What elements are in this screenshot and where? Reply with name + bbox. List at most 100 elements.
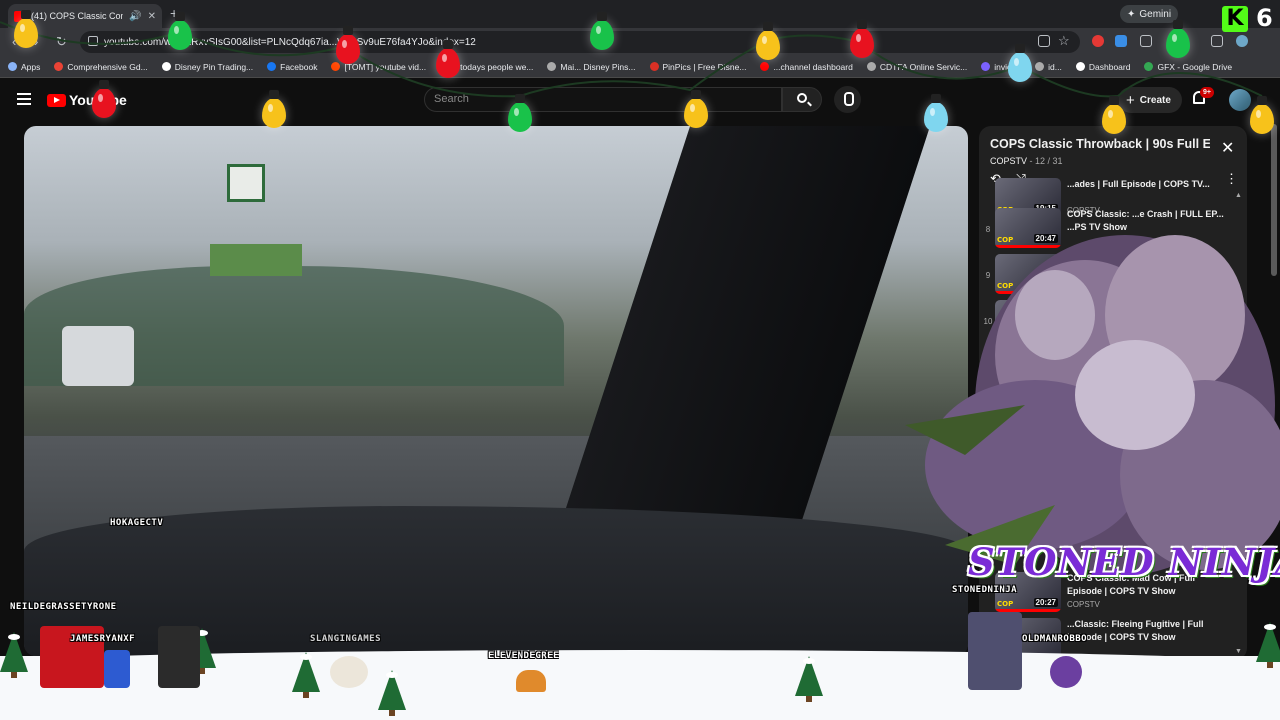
christmas-bulb-icon xyxy=(336,26,360,64)
scroll-up-icon[interactable]: ▲ xyxy=(1235,192,1242,199)
profile-icon[interactable] xyxy=(1236,35,1248,47)
bookmark-item[interactable]: GFX - Google Drive xyxy=(1144,62,1232,72)
bookmark-label: If todays people we... xyxy=(453,61,534,72)
playlist-item-title[interactable]: ...Classic: Fleeing Fugitive | Full Epis… xyxy=(1067,618,1227,644)
playlist-title[interactable]: COPS Classic Throwback | 90s Full E... xyxy=(990,137,1210,151)
christmas-bulb-icon xyxy=(850,20,874,58)
bookmark-star-icon[interactable]: ☆ xyxy=(1058,33,1070,49)
channel-logo: K xyxy=(1222,6,1248,32)
youtube-header: YouTube Search + Create 9+ xyxy=(0,78,1280,122)
chat-username-label: ELEVENDEGREE xyxy=(488,651,560,661)
extension-icon[interactable] xyxy=(1092,35,1104,47)
christmas-bulb-icon xyxy=(756,22,780,60)
christmas-bulb-icon xyxy=(1166,20,1190,58)
pine-tree-icon xyxy=(795,656,823,702)
pine-tree-icon xyxy=(1256,622,1280,668)
christmas-bulb-icon xyxy=(92,80,116,118)
avatar[interactable] xyxy=(1229,89,1251,111)
pine-tree-icon xyxy=(292,652,320,698)
pine-tree-icon xyxy=(0,632,28,678)
browser-tab-strip: (41) COPS Classic Comfort 🔊 ✕ + ✦ Gemini xyxy=(0,0,1280,28)
bookmark-label: PinPics | Free Disne... xyxy=(662,61,747,72)
stream-banner-text: STONED NINJA xyxy=(968,540,1280,584)
address-bar[interactable]: youtube.com/w...X2RxvSIsG00&list=PLNcQdq… xyxy=(80,31,1080,53)
chat-avatar-ninja-sprite xyxy=(158,626,200,688)
cast-icon[interactable] xyxy=(1038,35,1050,47)
chat-username-label: OLDMANROBBO xyxy=(1022,634,1088,644)
close-icon[interactable]: ✕ xyxy=(1221,138,1234,158)
bookmark-item[interactable]: Facebook xyxy=(267,62,317,72)
bookmark-label: ...channel dashboard xyxy=(773,61,853,72)
url-text: youtube.com/w...X2RxvSIsG00&list=PLNcQdq… xyxy=(104,36,476,48)
bookmark-favicon-icon xyxy=(8,62,17,71)
bookmark-favicon-icon xyxy=(547,62,557,71)
media-queue-icon[interactable] xyxy=(1211,35,1223,47)
hamburger-menu-icon[interactable] xyxy=(17,93,31,105)
notification-badge: 9+ xyxy=(1200,87,1214,98)
gemini-label: Gemini xyxy=(1139,8,1172,20)
bookmark-item[interactable]: Apps xyxy=(8,62,40,72)
bookmark-item[interactable]: id... xyxy=(1035,62,1062,72)
bookmark-favicon-icon xyxy=(760,62,770,71)
bookmark-label: Apps xyxy=(21,61,41,72)
bookmark-item[interactable]: PinPics | Free Disne... xyxy=(649,61,747,72)
bookmark-favicon-icon xyxy=(1075,62,1085,71)
christmas-bulb-icon xyxy=(590,12,614,50)
extension-icon[interactable] xyxy=(1115,35,1127,47)
bookmark-favicon-icon xyxy=(1035,62,1045,71)
reload-icon[interactable]: ↻ xyxy=(56,34,67,50)
chat-username-label: STONEDNINJA xyxy=(952,585,1018,595)
bookmark-favicon-icon xyxy=(981,62,991,71)
bookmark-label: [TOMT] youtube vid... xyxy=(344,61,427,72)
bookmark-favicon-icon xyxy=(331,62,341,71)
pine-tree-icon xyxy=(378,670,406,716)
video-frame-van xyxy=(62,326,134,386)
christmas-bulb-icon xyxy=(924,94,948,132)
bookmark-item[interactable]: Mai... Disney Pins... xyxy=(547,62,636,72)
bookmark-label: Disney Pin Trading... xyxy=(174,61,254,72)
chat-avatar-blue-sprite xyxy=(104,650,130,688)
bookmarks-bar: Apps Comprehensive Gd... Disney Pin Tradin… xyxy=(0,56,1280,78)
speaker-icon[interactable]: 🔊 xyxy=(129,11,141,22)
video-player[interactable] xyxy=(24,126,968,656)
voice-search-mic-icon[interactable] xyxy=(834,86,861,113)
christmas-bulb-icon xyxy=(508,94,532,132)
tab-close-icon[interactable]: ✕ xyxy=(148,11,156,22)
christmas-bulb-icon xyxy=(14,10,38,48)
bookmark-favicon-icon xyxy=(1144,62,1154,71)
playlist-channel[interactable]: COPSTV xyxy=(990,156,1027,166)
search-button[interactable] xyxy=(782,87,822,112)
create-button[interactable]: + Create xyxy=(1118,87,1182,113)
scroll-down-icon[interactable]: ▼ xyxy=(1235,648,1242,655)
bookmark-item[interactable]: Comprehensive Gd... xyxy=(54,61,148,72)
search-input[interactable]: Search xyxy=(424,87,782,112)
chat-username-label: JAMESRYANXF xyxy=(70,634,136,644)
thumbnail-logo: COP xyxy=(997,600,1014,608)
christmas-bulb-icon xyxy=(1008,44,1032,82)
gemini-button[interactable]: ✦ Gemini xyxy=(1120,5,1179,23)
christmas-bulb-icon xyxy=(168,12,192,50)
bookmark-label: GFX - Google Drive xyxy=(1157,61,1233,72)
bookmark-label: CDTFA Online Servic... xyxy=(879,61,968,72)
bookmark-item[interactable]: CDTFA Online Servic... xyxy=(866,61,968,72)
bookmark-label: Comprehensive Gd... xyxy=(67,61,148,72)
christmas-bulb-icon xyxy=(1250,96,1274,134)
playlist-item-channel[interactable]: COPSTV xyxy=(1067,600,1100,609)
create-label: Create xyxy=(1139,94,1171,106)
duration-badge: 20:27 xyxy=(1033,598,1058,607)
chat-username-label: HOKAGECTV xyxy=(110,518,164,528)
plus-icon: + xyxy=(1126,91,1135,109)
bookmark-label: id... xyxy=(1048,61,1062,72)
christmas-bulb-icon xyxy=(684,90,708,128)
extensions-puzzle-icon[interactable] xyxy=(1140,35,1152,47)
bookmark-favicon-icon xyxy=(649,62,659,71)
bookmark-item[interactable]: Dashboard xyxy=(1075,61,1131,72)
bookmark-label: Dashboard xyxy=(1088,61,1131,72)
bookmark-item[interactable]: ...channel dashboard xyxy=(760,61,853,72)
bookmark-favicon-icon xyxy=(161,62,171,71)
site-info-icon[interactable] xyxy=(88,36,98,46)
bookmark-item[interactable]: Disney Pin Trading... xyxy=(161,61,254,72)
youtube-play-icon xyxy=(47,93,66,107)
bookmark-favicon-icon xyxy=(866,62,876,71)
playlist-item-title[interactable]: ...ades | Full Episode | COPS TV... xyxy=(1067,178,1227,191)
